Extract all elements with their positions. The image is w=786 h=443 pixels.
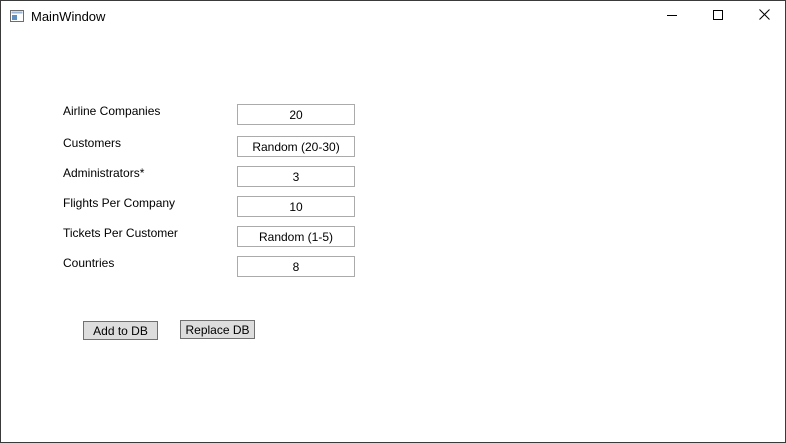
replace-db-button[interactable]: Replace DB — [180, 320, 255, 339]
window-app-icon — [10, 9, 24, 22]
countries-input[interactable] — [237, 256, 355, 277]
close-button[interactable] — [741, 1, 786, 31]
countries-label: Countries — [63, 256, 115, 270]
administrators-label: Administrators* — [63, 166, 145, 180]
title-bar[interactable]: MainWindow — [1, 1, 785, 31]
maximize-icon — [713, 7, 723, 25]
minimize-button[interactable] — [649, 1, 695, 31]
airline-companies-input[interactable] — [237, 104, 355, 125]
flights-per-company-label: Flights Per Company — [63, 196, 176, 210]
maximize-button[interactable] — [695, 1, 741, 31]
administrators-input[interactable] — [237, 166, 355, 187]
main-window: MainWindow Airline Companies Customers A… — [0, 0, 786, 443]
airline-companies-label: Airline Companies — [63, 104, 161, 118]
customers-label: Customers — [63, 136, 122, 150]
add-to-db-button[interactable]: Add to DB — [83, 321, 158, 340]
close-icon — [758, 7, 770, 25]
minimize-icon — [667, 7, 677, 25]
window-title: MainWindow — [31, 9, 106, 24]
customers-input[interactable] — [237, 136, 355, 157]
flights-per-company-input[interactable] — [237, 196, 355, 217]
tickets-per-customer-label: Tickets Per Customer — [63, 226, 178, 240]
tickets-per-customer-input[interactable] — [237, 226, 355, 247]
